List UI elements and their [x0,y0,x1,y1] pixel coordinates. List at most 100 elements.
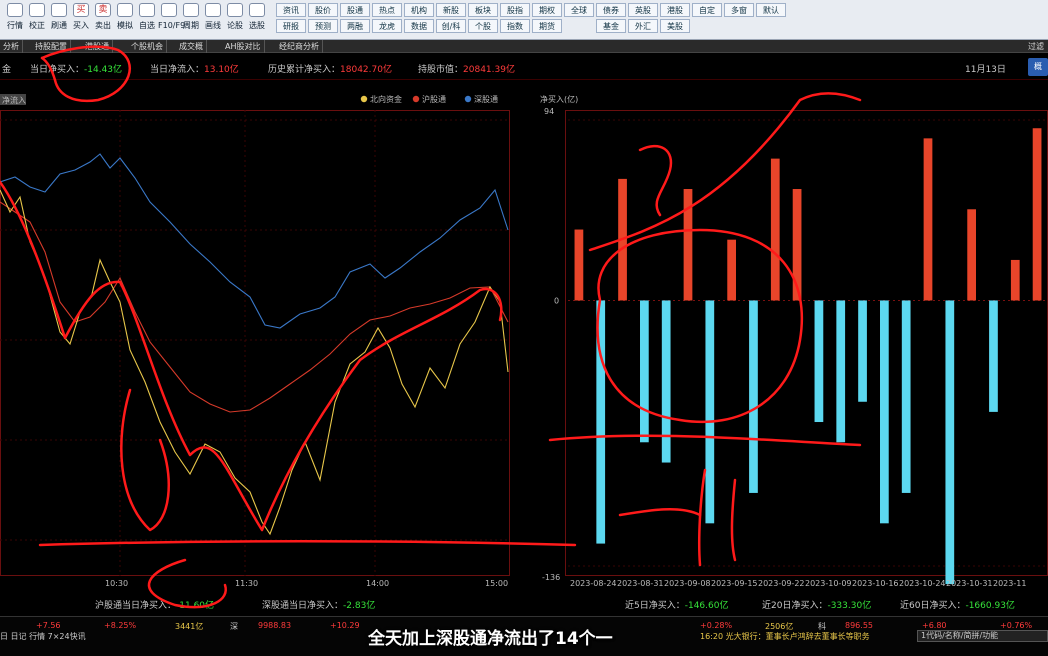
toolbar-group-label: 默认 [756,3,786,17]
toolbar-group-label: 预测 [308,19,338,33]
main-toolbar: 行情 校正 刷通买买入卖卖出 模拟 自选 F10/F9 周期 画线 论股 选股 资讯 研报 股价预测 股通… [0,0,1048,40]
toolbar-refresh-button[interactable]: 刷通 [48,2,70,38]
toolbar-group-button[interactable]: 股指 指数 [500,3,530,35]
toolbar-group-label: 指数 [500,19,530,33]
toolbar-group-button[interactable]: 全球 [564,3,594,35]
legend-marker [360,95,368,103]
video-subtitle: 全天加上深股通净流出了14个一 [368,629,613,649]
toolbar-favorite-button[interactable]: 自选 [136,2,158,38]
flow-bar [989,300,998,412]
x-tick-label: 15:00 [485,579,508,588]
flow-bar [1032,128,1042,301]
flow-bar [618,178,627,301]
sz-connect-value: -2.83亿 [343,601,376,611]
toolbar-quote-button[interactable]: 行情 [4,2,26,38]
toolbar-group-button[interactable]: 机构 数据 [404,3,434,35]
flow-bar [683,189,693,301]
flow-bar [1010,259,1020,301]
toolbar-group-button[interactable]: 默认 [756,3,786,35]
bottom-menu[interactable]: 日 日记 行情 7×24快讯 [0,631,86,642]
five-day-label: 近5日净买入： [625,601,685,611]
toolbar-f10-button[interactable]: F10/F9 [158,2,186,38]
toolbar-group-label: 板块 [468,3,498,17]
toolbar-group-button[interactable]: 港股 美股 [660,3,690,35]
toolbar-group-button[interactable]: 新股 创/科 [436,3,466,35]
toolbar-group-button[interactable]: 板块 个股 [468,3,498,35]
today-net-buy: 当日净买入：-14.43亿 [30,62,122,75]
tab-3[interactable]: 个股机会 [128,40,167,53]
star-change: +6.80 [922,621,947,630]
today-net-inflow: 当日净流入：13.10亿 [150,62,239,75]
five-day-summary: 近5日净买入：-146.60亿 [625,598,728,611]
command-input[interactable]: 1代码/名称/简拼/功能 [917,630,1048,642]
toolbar-group-button[interactable]: 自定 [692,3,722,35]
flow-bar [661,300,671,463]
legend-marker [412,95,420,103]
toolbar-group-label: 外汇 [628,19,658,33]
toolbar-group-button[interactable]: 股通 两融 [340,3,370,35]
x-tick-label: 2023-10-09 [805,579,852,588]
toolbar-label: F10/F9 [158,21,186,30]
toolbar-group-label: 资讯 [276,3,306,17]
sixty-day-value: -1660.93亿 [965,601,1015,611]
tab-2[interactable]: 港股通 [82,40,113,53]
flow-bar [901,300,911,493]
news-ticker[interactable]: 16:20 光大银行：董事长卢鸿辞去董事长等职务 [700,631,870,642]
today-net-buy-label: 当日净买入： [30,65,85,75]
toolbar-group-label: 数据 [404,19,434,33]
flow-bar [727,239,736,301]
index-change-pct: +8.25% [104,621,137,630]
turnover: 3441亿 [175,622,204,631]
toolbar-group-button[interactable]: 资讯 研报 [276,3,306,35]
tab-4[interactable]: 成交概 [176,40,207,53]
toolbar-group-label: 多窗 [724,3,754,17]
x-tick-label: 2023-08-31 [617,579,664,588]
toolbar-sell-button[interactable]: 卖卖出 [92,2,114,38]
tab-bar: 过滤 分析 持股配置 港股通 个股机会 成交概 AH股对比 经纪商分析 [0,40,1048,53]
x-tick-label: 10:30 [105,579,128,588]
overview-button[interactable]: 概 [1028,58,1048,76]
sz-change: +10.29 [330,621,360,630]
toolbar-label: 选股 [249,21,265,30]
toolbar-period-button[interactable]: 周期 [180,2,202,38]
legend-label: 北向资金 [370,94,402,104]
toolbar-group-button[interactable]: 股价 预测 [308,3,338,35]
toolbar-label: 论股 [227,21,243,30]
toolbar-group-button[interactable]: 债券 基金 [596,3,626,35]
toolbar-draw-button[interactable]: 画线 [202,2,224,38]
toolbar-buy-button[interactable]: 买买入 [70,2,92,38]
toolbar-screener-button[interactable]: 选股 [246,2,268,38]
toolbar-group-button[interactable]: 期权 期货 [532,3,562,35]
historical-net-buy: 历史累计净买入：18042.70亿 [268,62,392,75]
tab-5[interactable]: AH股对比 [222,40,265,53]
toolbar-group-label: 英股 [628,3,658,17]
toolbar-group-button[interactable]: 英股 外汇 [628,3,658,35]
x-tick-label: 2023-09-15 [711,579,758,588]
filter-control[interactable]: 过滤 [1028,40,1044,53]
sz-connect-summary: 深股通当日净买入：-2.83亿 [262,598,375,611]
today-net-inflow-value: 13.10亿 [204,65,239,75]
x-tick-label: 2023-08-24 [570,579,617,588]
toolbar-discuss-button[interactable]: 论股 [224,2,246,38]
tab-0[interactable]: 分析 [0,40,23,53]
toolbar-label: 自选 [139,21,155,30]
toolbar-group-label: 基金 [596,19,626,33]
sixty-day-label: 近60日净买入： [900,601,966,611]
toolbar-group-button[interactable]: 多窗 [724,3,754,35]
toolbar-simulate-button[interactable]: 模拟 [114,2,136,38]
tab-1[interactable]: 持股配置 [32,40,71,53]
tab-6[interactable]: 经纪商分析 [276,40,323,53]
holding-market-value-value: 20841.39亿 [463,65,515,75]
toolbar-group-button[interactable]: 热点 龙虎 [372,3,402,35]
calibrate-icon [29,3,45,17]
toolbar-group-label: 机构 [404,3,434,17]
series-line [0,201,509,413]
toolbar-label: 模拟 [117,21,133,30]
toolbar-calibrate-button[interactable]: 校正 [26,2,48,38]
y-axis-label: 净买入(亿) [540,94,578,104]
toolbar-label: 校正 [29,21,45,30]
toolbar-group-label: 股价 [308,3,338,17]
x-tick-label: 2023-09-08 [664,579,711,588]
holding-market-value-label: 持股市值： [418,65,464,75]
flow-tag: 净流入 [2,95,26,105]
